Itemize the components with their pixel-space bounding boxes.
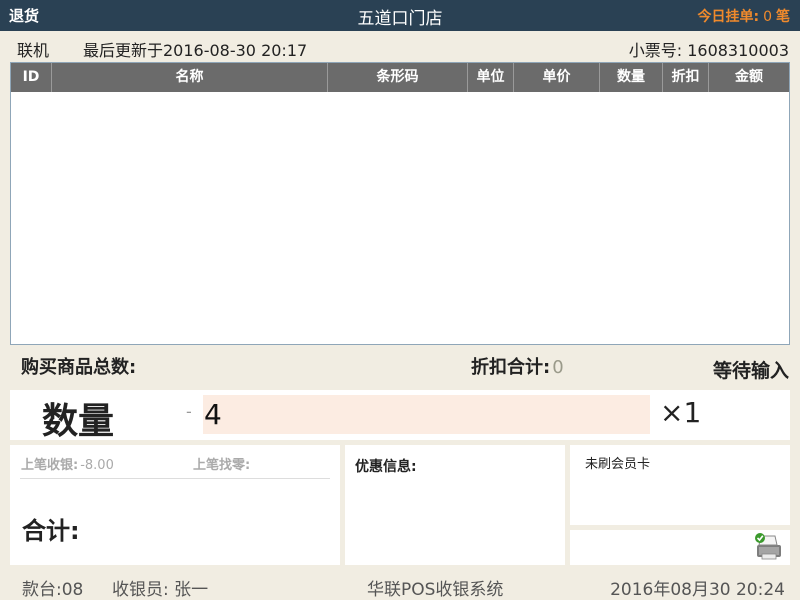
store-name: 五道口门店: [357, 9, 443, 29]
column-header-name[interactable]: 名称: [52, 63, 328, 92]
quantity-input[interactable]: [203, 395, 650, 434]
info-bar: 联机 最后更新于2016-08-30 20:17 小票号: 1608310003: [0, 31, 800, 61]
table-header: ID 名称 条形码 单位 单价 数量 折扣 金额: [11, 63, 789, 92]
previous-payment: 上笔收银: -8.00: [21, 454, 114, 473]
status-footer: 款台:08 收银员: 张一 华联POS收银系统 2016年08月30 20:24: [0, 570, 800, 600]
promotion-label: 优惠信息:: [355, 459, 417, 475]
pending-unit: 笔: [776, 9, 790, 25]
current-datetime: 2016年08月30 20:24: [610, 580, 785, 600]
receipt-number: 小票号: 1608310003: [629, 37, 789, 61]
pending-orders[interactable]: 今日挂单: 0 笔: [697, 6, 790, 26]
column-header-id[interactable]: ID: [11, 63, 52, 92]
printer-icon[interactable]: [751, 531, 785, 567]
column-header-price[interactable]: 单价: [514, 63, 600, 92]
column-header-unit[interactable]: 单位: [468, 63, 514, 92]
input-status: 等待输入: [712, 360, 789, 382]
member-panel[interactable]: 未刷会员卡: [570, 445, 790, 525]
promotion-panel: 优惠信息:: [345, 445, 565, 565]
column-header-barcode[interactable]: 条形码: [328, 63, 468, 92]
summary-bar: 购买商品总数: 折扣合计: 0 等待输入: [10, 347, 790, 383]
previous-payment-value: -8.00: [80, 458, 114, 473]
cashier-name: 收银员: 张一: [112, 580, 209, 600]
quantity-multiplier: ×1: [660, 396, 702, 429]
total-items-label: 购买商品总数:: [21, 357, 137, 378]
column-header-quantity[interactable]: 数量: [600, 63, 663, 92]
receipt-label: 小票号:: [628, 41, 683, 60]
divider: [20, 478, 330, 479]
previous-change-label: 上笔找零:: [193, 458, 251, 473]
items-table[interactable]: ID 名称 条形码 单位 单价 数量 折扣 金额: [10, 62, 790, 345]
title-bar: 退货 五道口门店 今日挂单: 0 笔: [0, 0, 800, 31]
printer-panel: [570, 530, 790, 565]
pending-label: 今日挂单:: [697, 9, 760, 25]
total-label: 合计:: [22, 517, 80, 545]
discount-total: 折扣合计: 0: [471, 353, 564, 379]
receipt-value: 1608310003: [687, 41, 789, 60]
last-updated: 最后更新于2016-08-30 20:17: [83, 41, 308, 60]
quantity-sign: -: [186, 402, 192, 421]
quantity-row: 数量 - ×1: [10, 390, 790, 442]
member-card-status: 未刷会员卡: [585, 457, 651, 472]
payment-panel: 上笔收银: -8.00 上笔找零: 合计:: [10, 445, 340, 565]
discount-label: 折扣合计:: [471, 357, 551, 378]
column-header-amount[interactable]: 金额: [709, 63, 789, 92]
column-header-discount[interactable]: 折扣: [663, 63, 709, 92]
connection-status: 联机: [17, 41, 50, 60]
discount-value: 0: [552, 357, 564, 378]
system-name: 华联POS收银系统: [367, 580, 504, 600]
quantity-label: 数量: [42, 400, 115, 442]
counter-number: 款台:08: [22, 580, 84, 600]
previous-payment-label: 上笔收银:: [21, 458, 79, 473]
pending-count: 0: [763, 9, 772, 25]
